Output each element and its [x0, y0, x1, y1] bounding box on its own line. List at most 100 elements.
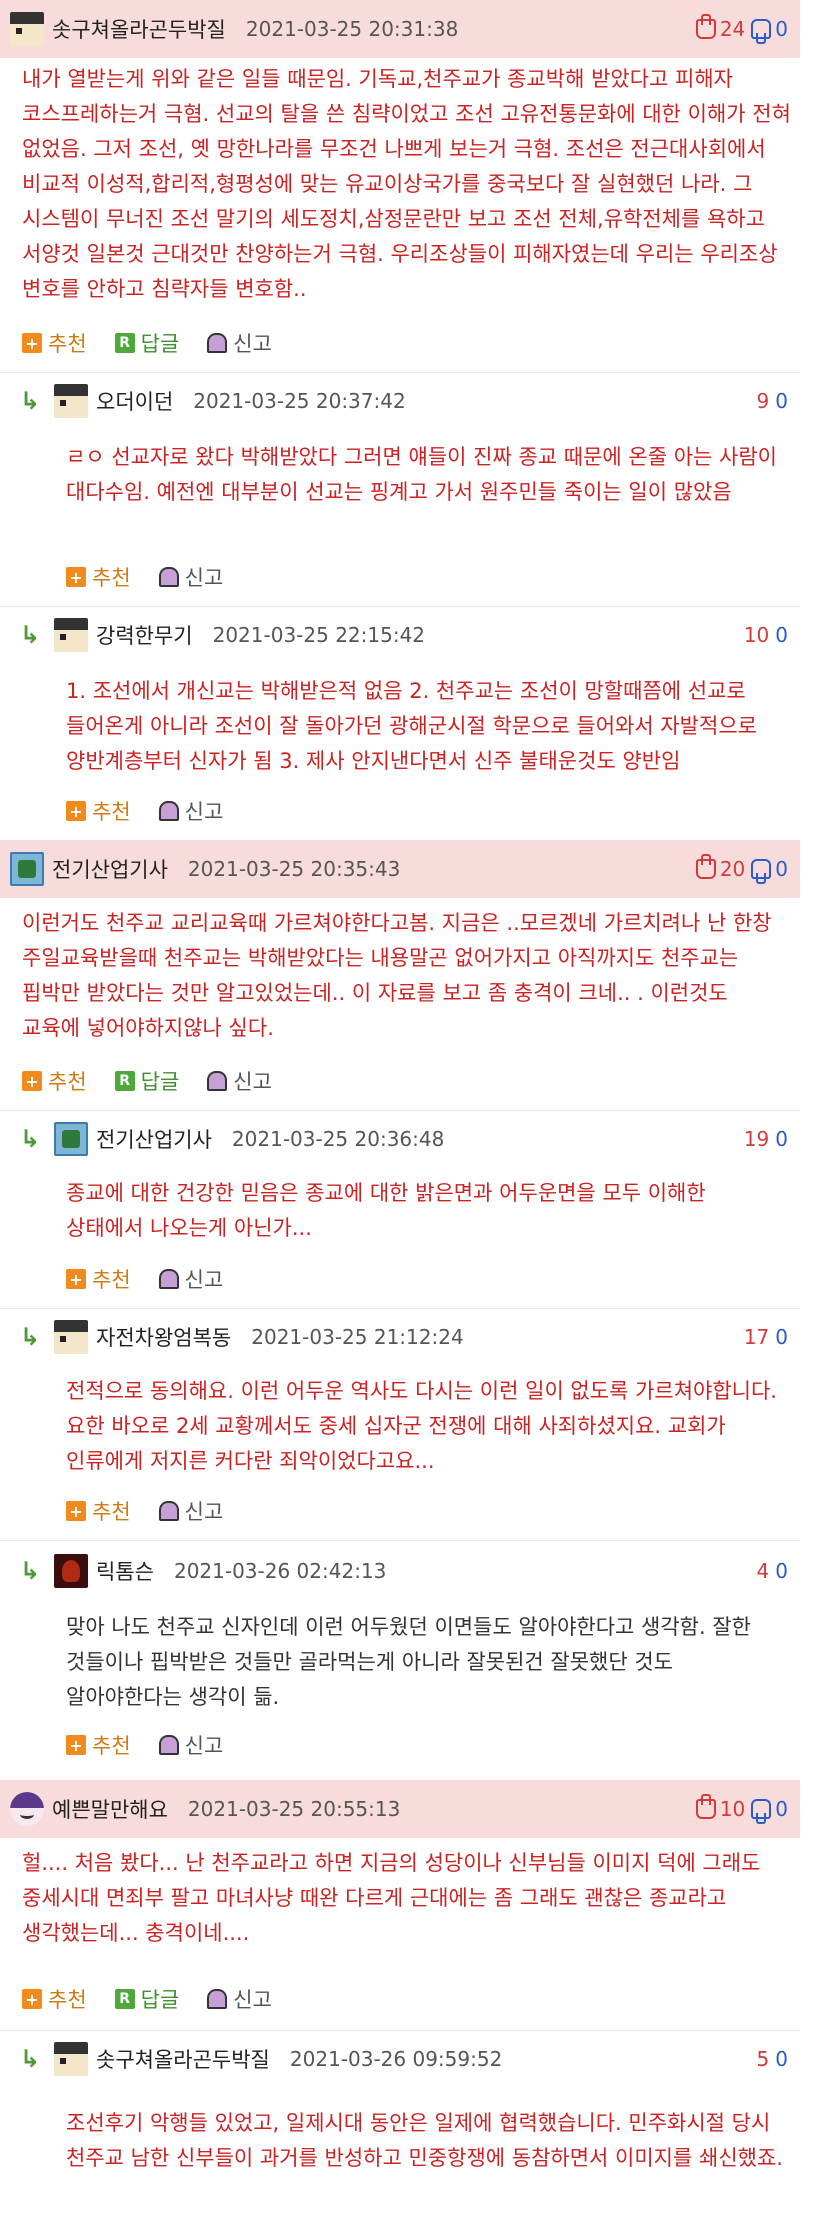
- avatar[interactable]: [54, 1554, 88, 1588]
- vote-counts: 10 0: [744, 623, 788, 647]
- downvote-count: 0: [775, 389, 788, 413]
- report-button[interactable]: 신고: [158, 562, 224, 592]
- report-label: 신고: [184, 1268, 224, 1292]
- reply-header: ↳ 전기산업기사 2021-03-25 20:36:48 19 0: [0, 1110, 800, 1168]
- avatar[interactable]: [10, 12, 44, 46]
- reply-arrow-icon: ↳: [20, 621, 41, 649]
- report-bell-icon: [158, 1501, 179, 1521]
- report-button[interactable]: 신고: [158, 1496, 224, 1526]
- comment-header: 예쁜말만해요 2021-03-25 20:55:13 10 0: [0, 1780, 800, 1838]
- reply-actions: + 추천 신고: [66, 796, 251, 826]
- recommend-button[interactable]: + 추천: [66, 562, 131, 592]
- nickname[interactable]: 예쁜말만해요: [52, 1794, 168, 1824]
- vote-counts: 20 0: [695, 854, 788, 884]
- reply-header: ↳ 릭톰슨 2021-03-26 02:42:13 4 0: [0, 1542, 800, 1600]
- recommend-button[interactable]: + 추천: [22, 1066, 87, 1096]
- downvote-count: 0: [775, 2047, 788, 2071]
- downvote-count: 0: [775, 17, 788, 41]
- nickname[interactable]: 강력한무기: [96, 620, 193, 650]
- downvote-count: 0: [775, 1127, 788, 1151]
- recommend-label: 추천: [92, 1500, 131, 1524]
- report-button[interactable]: 신고: [158, 1730, 223, 1760]
- report-label: 신고: [184, 566, 224, 590]
- nickname[interactable]: 오더이던: [96, 386, 173, 416]
- vote-counts: 24 0: [695, 14, 788, 44]
- plus-icon: +: [66, 801, 86, 821]
- divider: [0, 1540, 800, 1541]
- plus-icon: +: [22, 1071, 42, 1091]
- comment-text: 이런거도 천주교 교리교육때 가르쳐야한다고봄. 지금은 ..모르겠네 가르치려…: [22, 911, 772, 1040]
- nickname[interactable]: 자전차왕엄복동: [96, 1322, 231, 1352]
- report-label: 신고: [184, 800, 224, 824]
- vote-counts: 9 0: [757, 389, 788, 413]
- recommend-button[interactable]: + 추천: [22, 328, 87, 358]
- thumbs-down-icon[interactable]: [751, 19, 772, 44]
- report-button[interactable]: 신고: [207, 1984, 272, 2014]
- thumbs-up-icon[interactable]: [695, 1794, 716, 1819]
- report-button[interactable]: 신고: [158, 1264, 224, 1294]
- reply-r-icon: R: [114, 1071, 135, 1091]
- avatar[interactable]: [54, 384, 88, 418]
- avatar[interactable]: [54, 1122, 88, 1156]
- thumbs-down-icon[interactable]: [751, 859, 772, 884]
- recommend-label: 추천: [48, 332, 87, 356]
- nickname[interactable]: 전기산업기사: [96, 1124, 212, 1154]
- reply-button[interactable]: R 답글: [114, 1066, 180, 1096]
- upvote-count: 17: [743, 1325, 770, 1349]
- reply-text: 조선후기 악행들 있었고, 일제시대 동안은 일제에 협력했습니다. 민주화시절…: [66, 2111, 783, 2170]
- nickname[interactable]: 전기산업기사: [52, 854, 168, 884]
- vote-counts: 17 0: [744, 1325, 788, 1349]
- comment-text: 내가 열받는게 위와 같은 일들 때문임. 기독교,천주교가 종교박해 받았다고…: [22, 67, 791, 301]
- comment-date: 2021-03-26 02:42:13: [173, 1559, 387, 1583]
- reply-label: 답글: [140, 1988, 180, 2012]
- report-button[interactable]: 신고: [158, 796, 224, 826]
- upvote-count: 5: [756, 2047, 770, 2071]
- nickname[interactable]: 솟구쳐올라곤두박질: [52, 14, 226, 44]
- report-bell-icon: [207, 1071, 228, 1091]
- recommend-button[interactable]: + 추천: [66, 1264, 131, 1294]
- recommend-label: 추천: [48, 1988, 87, 2012]
- recommend-button[interactable]: + 추천: [66, 1730, 131, 1760]
- comment-date: 2021-03-25 20:36:48: [231, 1127, 445, 1151]
- vote-counts: 19 0: [744, 1127, 788, 1151]
- comment-header: 솟구쳐올라곤두박질 2021-03-25 20:31:38 24 0: [0, 0, 800, 58]
- thumbs-up-icon[interactable]: [695, 14, 716, 39]
- reply-r-icon: R: [114, 333, 135, 353]
- reply-button[interactable]: R 답글: [114, 1984, 180, 2014]
- comment-date: 2021-03-25 20:31:38: [245, 17, 459, 41]
- reply-text: 1. 조선에서 개신교는 박해받은적 없음 2. 천주교는 조선이 망할때쯤에 …: [66, 679, 757, 773]
- vote-counts: 5 0: [757, 2047, 788, 2071]
- nickname[interactable]: 솟구쳐올라곤두박질: [96, 2044, 270, 2074]
- comment-header: 전기산업기사 2021-03-25 20:35:43 20 0: [0, 840, 800, 898]
- report-button[interactable]: 신고: [207, 1066, 272, 1096]
- nickname[interactable]: 릭톰슨: [96, 1556, 154, 1586]
- report-bell-icon: [158, 1735, 179, 1755]
- recommend-label: 추천: [48, 1070, 87, 1094]
- downvote-count: 0: [775, 1797, 788, 1821]
- avatar[interactable]: [10, 852, 44, 886]
- upvote-count: 10: [719, 1797, 746, 1821]
- reply-text: 맞아 나도 천주교 신자인데 이런 어두웠던 이면들도 알아야한다고 생각함. …: [66, 1615, 751, 1709]
- reply-header: ↳ 솟구쳐올라곤두박질 2021-03-26 09:59:52 5 0: [0, 2030, 800, 2088]
- recommend-button[interactable]: + 추천: [66, 796, 131, 826]
- avatar[interactable]: [54, 618, 88, 652]
- report-button[interactable]: 신고: [207, 328, 272, 358]
- reply-button[interactable]: R 답글: [114, 328, 180, 358]
- recommend-button[interactable]: + 추천: [22, 1984, 87, 2014]
- comment-actions: + 추천 R 답글 신고: [22, 1984, 300, 2014]
- avatar[interactable]: [10, 1792, 44, 1826]
- avatar[interactable]: [54, 1320, 88, 1354]
- recommend-button[interactable]: + 추천: [66, 1496, 131, 1526]
- downvote-count: 0: [775, 857, 788, 881]
- reply-label: 답글: [140, 1070, 180, 1094]
- reply-label: 답글: [140, 332, 180, 356]
- comment-date: 2021-03-25 20:37:42: [193, 389, 406, 413]
- avatar[interactable]: [54, 2042, 88, 2076]
- report-label: 신고: [184, 1500, 224, 1524]
- thumbs-down-icon[interactable]: [751, 1799, 772, 1824]
- vote-counts: 10 0: [695, 1794, 788, 1824]
- downvote-count: 0: [775, 1559, 788, 1583]
- report-bell-icon: [158, 801, 179, 821]
- plus-icon: +: [22, 333, 42, 353]
- thumbs-up-icon[interactable]: [695, 854, 716, 879]
